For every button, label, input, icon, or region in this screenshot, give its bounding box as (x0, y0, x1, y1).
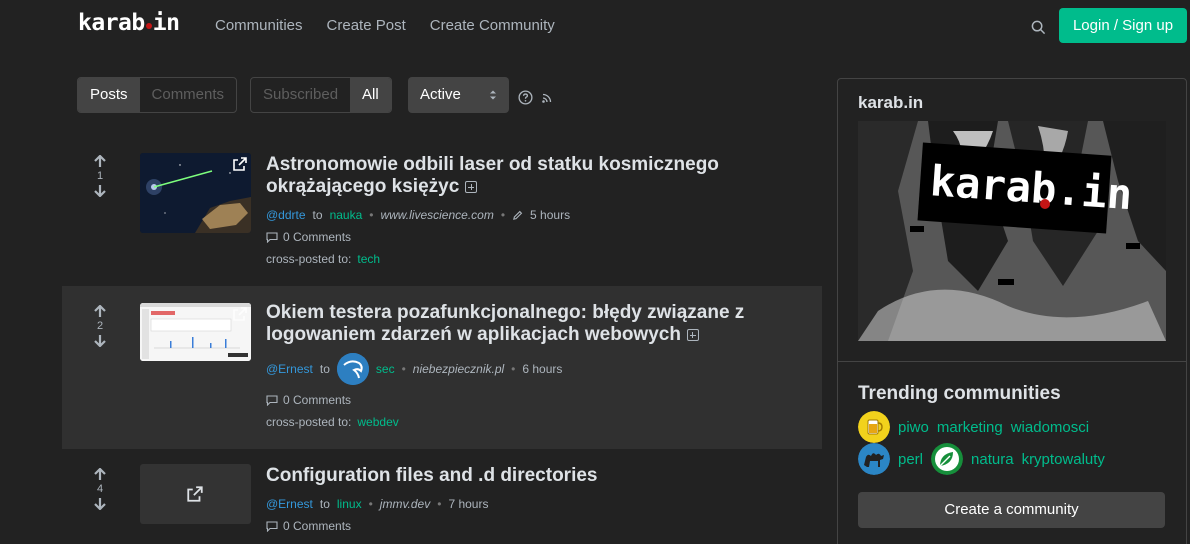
post-domain-link[interactable]: jmmv.dev (380, 497, 430, 511)
vote-score: 2 (96, 320, 104, 332)
expand-icon[interactable] (686, 329, 699, 341)
post-domain-link[interactable]: niebezpiecznik.pl (413, 362, 504, 376)
expand-icon[interactable] (465, 181, 478, 193)
sort-select-value: Active (420, 86, 461, 103)
site-banner: karab.in (858, 121, 1166, 341)
post-meta: @ddrte to nauka • www.livescience.com • … (266, 208, 571, 222)
sidebar: karab.in karab.in Trending communities p… (837, 78, 1187, 544)
post-comments-link[interactable]: 0 Comments (266, 230, 351, 244)
post-meta: @Ernest to linux • jmmv.dev • 7 hours (266, 497, 489, 511)
post-time: 5 hours (530, 208, 571, 222)
post-thumbnail[interactable] (140, 153, 251, 233)
trending-community-natura[interactable]: natura (971, 451, 1014, 468)
post-item: 2 Okiem testera pozafunkcjonalnego: błęd… (62, 286, 822, 449)
sort-select[interactable]: Active (408, 77, 509, 113)
nav-create-community[interactable]: Create Community (430, 17, 555, 34)
post-item: 4 Configuration files and .d directories… (62, 455, 822, 544)
create-community-button[interactable]: Create a community (858, 492, 1165, 528)
vote-score: 4 (96, 483, 104, 495)
vote-score: 1 (96, 170, 104, 182)
post-thumbnail[interactable] (140, 303, 251, 361)
sidebar-divider (838, 361, 1186, 362)
post-time: 6 hours (522, 362, 563, 376)
search-icon[interactable] (1031, 20, 1046, 35)
external-link-icon (187, 486, 203, 502)
trending-row: perl natura kryptowaluty (858, 443, 1105, 475)
trending-row: piwo marketing wiadomosci (858, 411, 1089, 443)
trending-community-marketing[interactable]: marketing (937, 419, 1003, 436)
navbar: karab in Communities Create Post Create C… (0, 0, 1190, 52)
comment-icon (266, 231, 278, 243)
pencil-icon (513, 210, 523, 220)
post-author-link[interactable]: @Ernest (266, 362, 313, 376)
post-author-link[interactable]: @ddrte (266, 208, 306, 222)
select-arrows-icon (490, 90, 496, 100)
downvote-icon[interactable] (93, 497, 107, 510)
login-signup-button[interactable]: Login / Sign up (1059, 8, 1187, 43)
trending-community-perl[interactable]: perl (898, 451, 923, 468)
community-avatar (336, 353, 369, 385)
trending-community-piwo[interactable]: piwo (898, 419, 929, 436)
post-comments-link[interactable]: 0 Comments (266, 519, 351, 533)
trending-community-kryptowaluty[interactable]: kryptowaluty (1022, 451, 1105, 468)
downvote-icon[interactable] (93, 184, 107, 197)
brand-logo[interactable]: karab in (78, 10, 180, 36)
post-author-link[interactable]: @Ernest (266, 497, 313, 511)
piwo-avatar-icon (858, 411, 890, 443)
comment-icon (266, 520, 278, 532)
upvote-icon[interactable] (93, 305, 107, 318)
comment-icon (266, 394, 278, 406)
post-community-link[interactable]: nauka (330, 208, 363, 222)
downvote-icon[interactable] (93, 334, 107, 347)
post-domain-link[interactable]: www.livescience.com (380, 208, 493, 222)
cross-posted: cross-posted to: tech (266, 252, 381, 266)
nav-create-post[interactable]: Create Post (327, 17, 406, 34)
natura-leaf-avatar-icon (931, 443, 964, 475)
all-tab[interactable]: All (350, 78, 391, 112)
vote-box: 4 (92, 468, 108, 510)
cross-posted: cross-posted to: webdev (266, 415, 399, 429)
posts-tab[interactable]: Posts (78, 78, 140, 112)
post-item: 1 Astronomowie odbili laser od statku ko… (62, 140, 822, 280)
nav-communities[interactable]: Communities (215, 17, 303, 34)
cross-post-community-link[interactable]: webdev (357, 415, 398, 429)
comments-tab[interactable]: Comments (140, 78, 237, 112)
external-link-icon (233, 157, 247, 171)
post-title-link[interactable]: Okiem testera pozafunkcjonalnego: błędy … (266, 302, 746, 346)
cross-post-community-link[interactable]: tech (357, 252, 380, 266)
vote-box: 1 (92, 155, 108, 197)
trending-communities-title: Trending communities (858, 383, 1061, 404)
help-icon[interactable] (518, 90, 533, 105)
perl-camel-avatar-icon (858, 443, 890, 475)
post-title-link[interactable]: Configuration files and .d directories (266, 465, 746, 487)
post-time: 7 hours (448, 497, 489, 511)
subscribed-tab[interactable]: Subscribed (251, 78, 350, 112)
post-meta: @Ernest to sec • niebezpiecznik.pl • 6 h… (266, 353, 562, 385)
rss-icon[interactable] (542, 93, 552, 103)
post-title-link[interactable]: Astronomowie odbili laser od statku kosm… (266, 154, 746, 198)
nav-links: Communities Create Post Create Community (215, 17, 555, 34)
banner-image: karab.in (858, 121, 1166, 341)
trending-community-wiadomosci[interactable]: wiadomosci (1011, 419, 1089, 436)
vote-box: 2 (92, 305, 108, 347)
sidebar-site-title: karab.in (858, 93, 924, 112)
listing-type-toggle: Subscribed All (250, 77, 392, 113)
post-comments-link[interactable]: 0 Comments (266, 393, 351, 407)
upvote-icon[interactable] (93, 468, 107, 481)
sec-kali-icon (336, 353, 369, 385)
post-community-link[interactable]: sec (376, 362, 395, 376)
upvote-icon[interactable] (93, 155, 107, 168)
external-link-icon (233, 307, 247, 321)
brand-dot-icon (145, 23, 152, 29)
post-community-link[interactable]: linux (337, 497, 362, 511)
post-type-toggle: Posts Comments (77, 77, 238, 113)
post-thumbnail[interactable] (140, 464, 251, 524)
